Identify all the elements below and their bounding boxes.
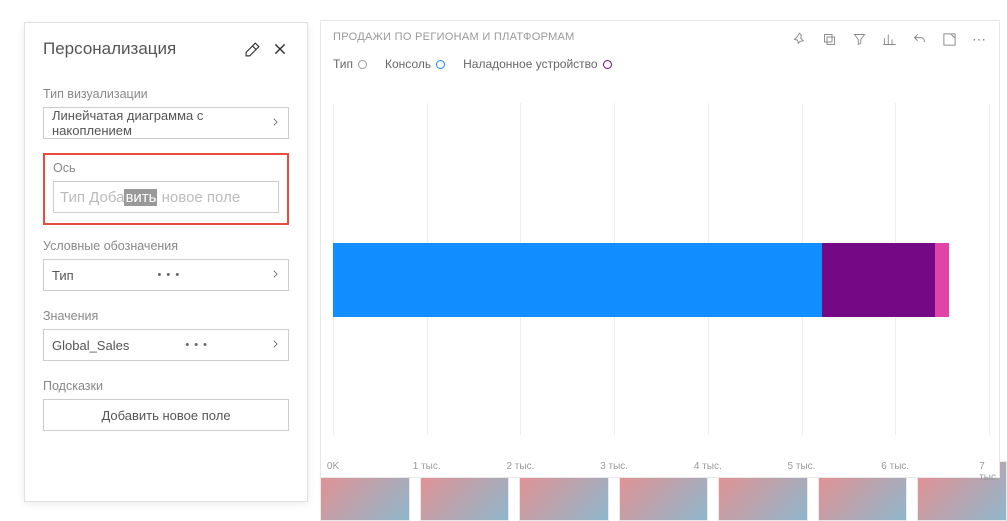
viz-type-field[interactable]: Линейчатая диаграмма с накоплением bbox=[43, 107, 289, 139]
bar-segment-console[interactable] bbox=[333, 243, 822, 317]
chevron-right-icon bbox=[270, 337, 280, 354]
tick-label: 7 тыс. bbox=[979, 461, 999, 483]
legend-field[interactable]: Тип • • • bbox=[43, 259, 289, 291]
personalization-panel: Персонализация Тип визуализации Линейчат… bbox=[24, 22, 308, 502]
legend-value: Тип bbox=[52, 268, 74, 283]
undo-icon[interactable] bbox=[911, 31, 927, 47]
tick-label: 0K bbox=[327, 461, 339, 472]
more-icon[interactable]: • • • bbox=[185, 339, 208, 351]
panel-title: Персонализация bbox=[43, 39, 176, 59]
copy-icon[interactable] bbox=[821, 31, 837, 47]
tick-label: 1 тыс. bbox=[413, 461, 441, 472]
close-icon[interactable] bbox=[271, 40, 289, 58]
legend-swatch bbox=[603, 60, 612, 69]
tick-label: 4 тыс. bbox=[694, 461, 722, 472]
stacked-bar[interactable] bbox=[333, 243, 949, 317]
values-field[interactable]: Global_Sales • • • bbox=[43, 329, 289, 361]
pin-icon[interactable] bbox=[791, 31, 807, 47]
chart-visual[interactable]: ПРОДАЖИ ПО РЕГИОНАМ И ПЛАТФОРМАМ ⋯ Тип К… bbox=[320, 20, 1000, 478]
chevron-right-icon bbox=[270, 267, 280, 284]
tick-label: 2 тыс. bbox=[506, 461, 534, 472]
add-field-button[interactable]: Добавить новое поле bbox=[43, 399, 289, 431]
legend-title: Тип bbox=[333, 57, 367, 71]
chart-title: ПРОДАЖИ ПО РЕГИОНАМ И ПЛАТФОРМАМ bbox=[333, 31, 575, 43]
tick-label: 3 тыс. bbox=[600, 461, 628, 472]
legend-item-console[interactable]: Консоль bbox=[385, 57, 445, 71]
axis-label: Ось bbox=[53, 161, 279, 175]
axis-field[interactable]: Тип Добавить новое поле bbox=[53, 181, 279, 213]
plot-area bbox=[333, 103, 989, 435]
more-icon[interactable]: • • • bbox=[158, 269, 181, 281]
legend-label: Условные обозначения bbox=[43, 239, 289, 253]
filter-icon[interactable] bbox=[851, 31, 867, 47]
chart-toolbar: ⋯ bbox=[791, 31, 987, 47]
focus-icon[interactable] bbox=[941, 31, 957, 47]
values-value: Global_Sales bbox=[52, 338, 129, 353]
tooltips-label: Подсказки bbox=[43, 379, 289, 393]
values-label: Значения bbox=[43, 309, 289, 323]
analytics-icon[interactable] bbox=[881, 31, 897, 47]
eraser-icon[interactable] bbox=[243, 40, 261, 58]
panel-header: Персонализация bbox=[43, 39, 289, 59]
legend-item-handheld[interactable]: Наладонное устройство bbox=[463, 57, 611, 71]
viz-type-label: Тип визуализации bbox=[43, 87, 289, 101]
bar-segment-other[interactable] bbox=[935, 243, 949, 317]
bar-segment-handheld[interactable] bbox=[822, 243, 935, 317]
viz-type-value: Линейчатая диаграмма с накоплением bbox=[52, 108, 270, 138]
more-options-icon[interactable]: ⋯ bbox=[971, 31, 987, 47]
chevron-right-icon bbox=[270, 115, 280, 132]
legend-swatch bbox=[436, 60, 445, 69]
tick-label: 5 тыс. bbox=[788, 461, 816, 472]
axis-ghost-text: Тип Добавить новое поле bbox=[60, 189, 240, 206]
axis-highlight: Ось Тип Добавить новое поле bbox=[43, 153, 289, 225]
tick-label: 6 тыс. bbox=[881, 461, 909, 472]
chart-legend: Тип Консоль Наладонное устройство bbox=[321, 47, 999, 77]
